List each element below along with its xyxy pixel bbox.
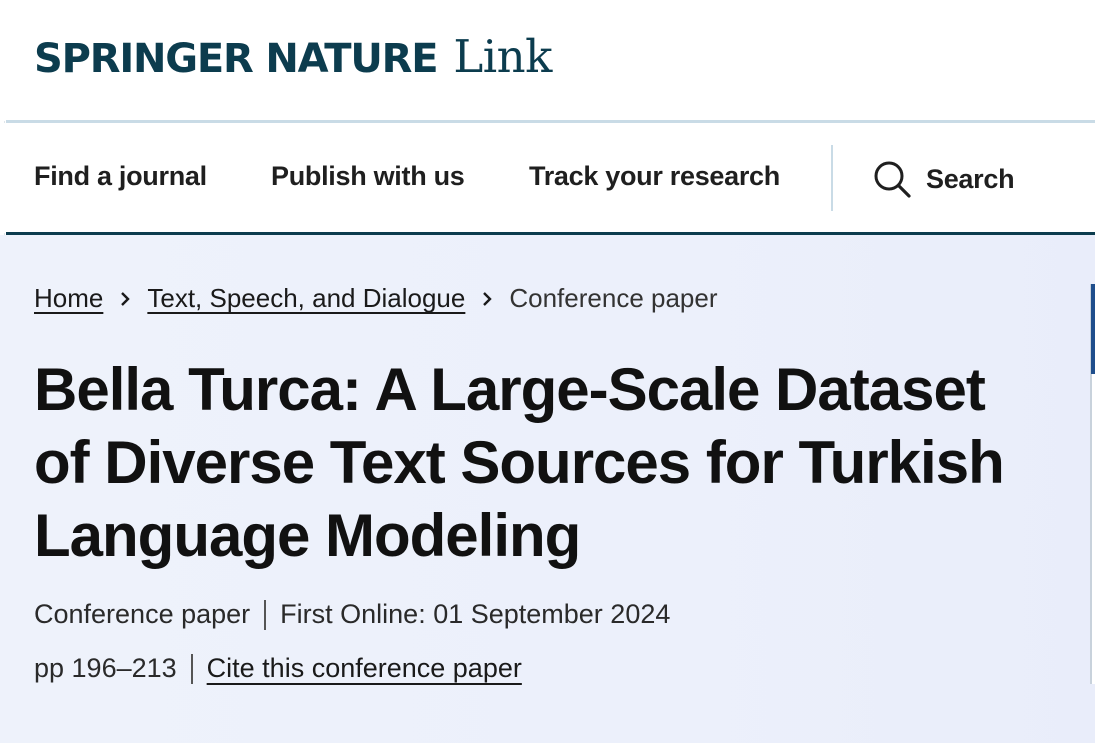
search-button[interactable]: Search (872, 159, 1015, 199)
breadcrumb-current: Conference paper (509, 283, 718, 313)
breadcrumb-parent-link[interactable]: Text, Speech, and Dialogue (147, 283, 465, 314)
nav-track-research[interactable]: Track your research (529, 161, 780, 192)
nav-publish-with-us[interactable]: Publish with us (271, 161, 465, 192)
article-type: Conference paper (34, 599, 251, 629)
breadcrumb: Home Text, Speech, and Dialogue Conferen… (34, 283, 718, 314)
meta-separator (190, 653, 193, 684)
site-header: SPRINGER NATURE Link (0, 0, 1095, 121)
first-online-date: First Online: 01 September 2024 (280, 599, 671, 629)
search-label: Search (926, 163, 1015, 194)
article-title: Bella Turca: A Large-Scale Dataset of Di… (34, 356, 1005, 569)
article-pages-row: pp 196–213 Cite this conference paper (34, 653, 522, 684)
search-icon (874, 161, 911, 198)
nav-divider (831, 145, 833, 211)
page-range: pp 196–213 (34, 653, 177, 683)
side-panel-accent (1091, 284, 1095, 374)
main-nav: Find a journal Publish with us Track you… (0, 123, 1095, 233)
logo-brand-text: SPRINGER NATURE (34, 36, 439, 82)
article-hero: Home Text, Speech, and Dialogue Conferen… (0, 235, 1095, 743)
meta-separator (264, 599, 267, 630)
chevron-right-icon (121, 291, 131, 306)
springer-nature-link-logo[interactable]: SPRINGER NATURE Link (34, 30, 552, 83)
cite-paper-link[interactable]: Cite this conference paper (207, 653, 522, 684)
nav-find-journal[interactable]: Find a journal (34, 161, 207, 192)
logo-product-text: Link (453, 30, 552, 83)
chevron-right-icon (483, 291, 493, 306)
article-meta-row: Conference paper First Online: 01 Septem… (34, 599, 670, 630)
breadcrumb-home-link[interactable]: Home (34, 283, 103, 314)
